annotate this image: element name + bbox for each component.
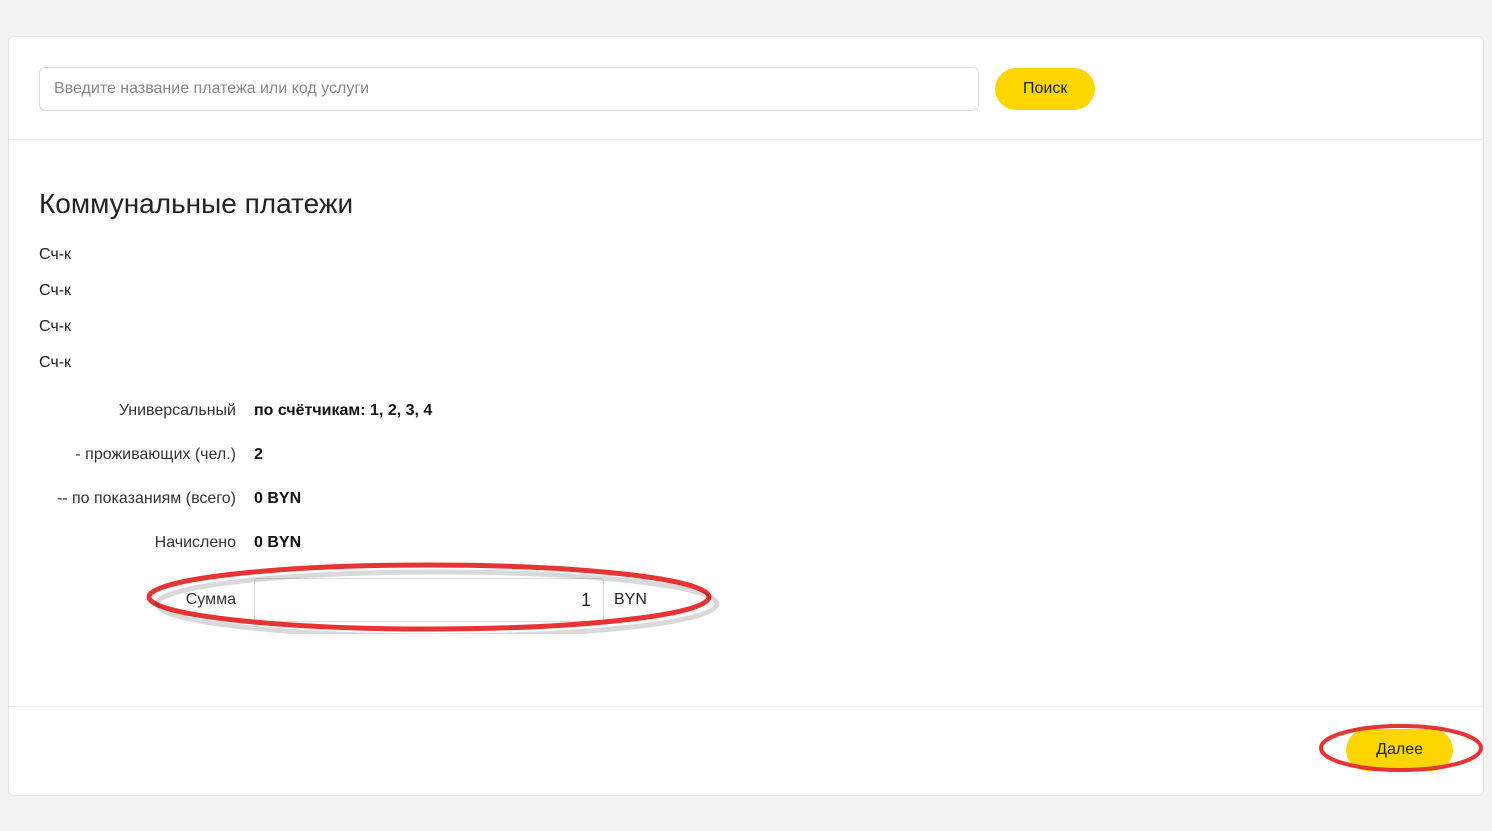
label-universal: Универсальный [39, 402, 254, 420]
value-residents: 2 [254, 446, 263, 464]
currency-label: BYN [604, 591, 647, 609]
meter-row: Сч-к [39, 282, 1453, 300]
next-button-wrap: Далее [1346, 729, 1453, 771]
label-readings: -- по показаниям (всего) [39, 490, 254, 508]
label-amount: Сумма [39, 591, 254, 609]
page-title: Коммунальные платежи [39, 188, 1453, 220]
search-button[interactable]: Поиск [995, 68, 1095, 110]
next-button[interactable]: Далее [1346, 729, 1453, 771]
label-residents: - проживающих (чел.) [39, 446, 254, 464]
row-readings: -- по показаниям (всего) 0 BYN [39, 490, 1453, 508]
search-input[interactable] [39, 67, 979, 111]
payment-card: Поиск Коммунальные платежи Сч-к Сч-к Сч-… [8, 36, 1484, 796]
content-area: Коммунальные платежи Сч-к Сч-к Сч-к Сч-к… [9, 140, 1483, 658]
search-row: Поиск [9, 37, 1483, 140]
value-accrued: 0 BYN [254, 534, 301, 552]
meter-row: Сч-к [39, 318, 1453, 336]
meters-block: Сч-к Сч-к Сч-к Сч-к [39, 246, 1453, 372]
value-readings: 0 BYN [254, 490, 301, 508]
row-accrued: Начислено 0 BYN [39, 534, 1453, 552]
row-amount: Сумма BYN [39, 578, 1453, 622]
meter-row: Сч-к [39, 354, 1453, 372]
meter-row: Сч-к [39, 246, 1453, 264]
row-residents: - проживающих (чел.) 2 [39, 446, 1453, 464]
row-universal: Универсальный по счётчикам: 1, 2, 3, 4 [39, 402, 1453, 420]
footer-bar: Далее [9, 706, 1483, 795]
amount-input[interactable] [254, 578, 604, 622]
value-universal: по счётчикам: 1, 2, 3, 4 [254, 402, 432, 420]
label-accrued: Начислено [39, 534, 254, 552]
